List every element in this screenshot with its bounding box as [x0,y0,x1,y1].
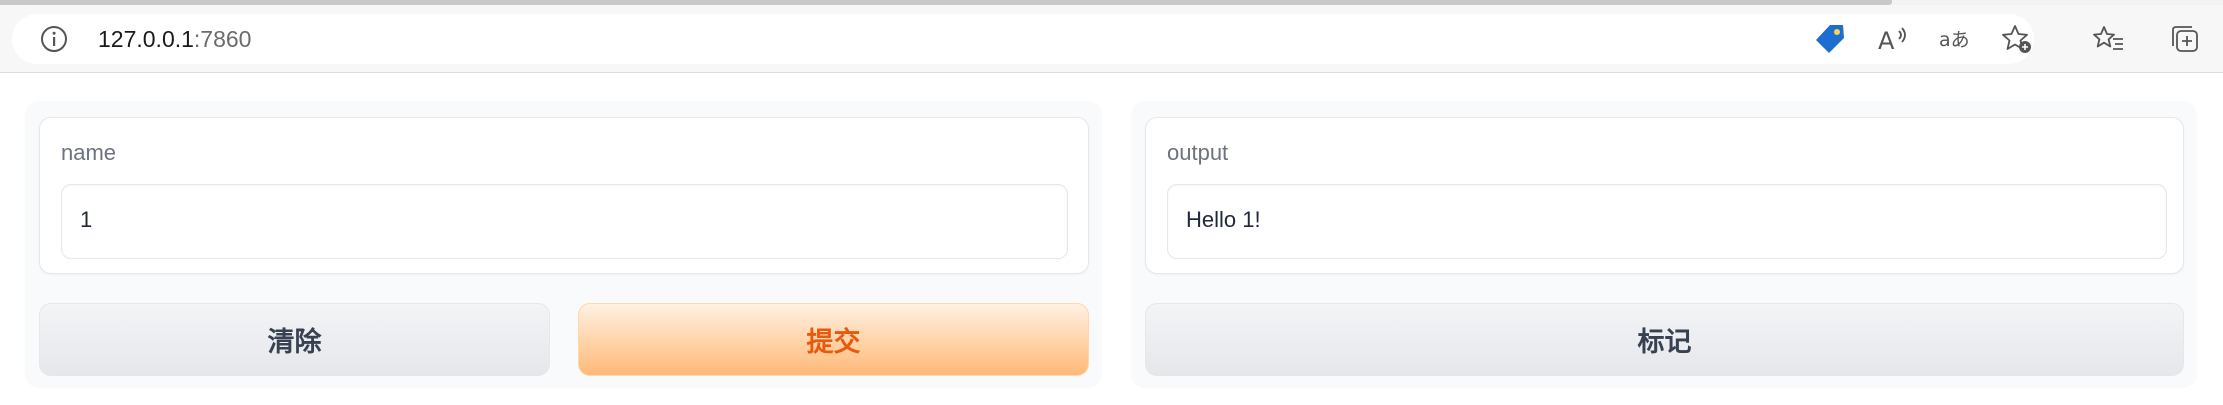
url-host: 127.0.0.1 [98,26,194,52]
output-block: output Hello 1! [1145,117,2184,274]
url-text[interactable]: 127.0.0.1:7860 [98,26,251,53]
name-block: name 1 [39,117,1089,274]
favorites-icon[interactable] [2087,17,2131,61]
svg-text:aあ: aあ [1939,29,1970,51]
output-panel: output Hello 1! 标记 [1131,101,2197,388]
browser-toolbar: 127.0.0.1:7860 A aあ [0,5,2223,73]
svg-text:A: A [1878,27,1895,55]
add-favorite-icon[interactable] [1995,17,2039,61]
submit-button[interactable]: 提交 [578,303,1089,376]
shopping-tag-icon[interactable] [1808,17,1852,61]
name-label: name [61,140,117,165]
output-textbox[interactable]: Hello 1! [1167,184,2167,259]
clear-button[interactable]: 清除 [39,303,550,376]
translate-icon[interactable]: aあ [1933,17,1977,61]
read-aloud-icon[interactable]: A [1871,17,1915,61]
address-bar[interactable]: 127.0.0.1:7860 [12,14,2034,64]
input-panel: name 1 清除 提交 [25,101,1102,388]
output-label: output [1167,140,1229,165]
url-port: :7860 [193,26,252,52]
collections-icon[interactable] [2163,17,2207,61]
name-input[interactable]: 1 [61,184,1068,259]
info-icon[interactable] [38,23,70,55]
flag-button[interactable]: 标记 [1145,303,2184,376]
